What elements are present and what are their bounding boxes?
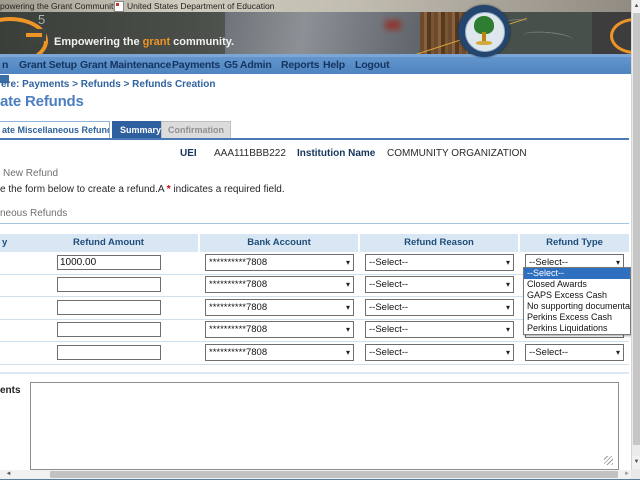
section-new-refund: New Refund: [3, 168, 58, 179]
refund-amount-input[interactable]: [57, 300, 161, 315]
refund-amount-input[interactable]: [57, 345, 161, 360]
refund-reason-select[interactable]: --Select--▾: [365, 321, 514, 338]
seal-tree-trunk: [482, 32, 486, 41]
nav-item-grant-maintenance[interactable]: Grant Maintenance: [80, 59, 171, 71]
horizontal-scrollbar[interactable]: ◄ ►: [0, 470, 640, 479]
main-nav-bar: n Grant Setup Grant Maintenance Payments…: [0, 57, 640, 74]
chevron-down-icon: ▾: [616, 258, 620, 267]
chevron-down-icon: ▾: [616, 348, 620, 357]
comments-textarea[interactable]: [30, 382, 619, 470]
horizontal-scrollbar-thumb[interactable]: [50, 471, 618, 478]
institution-name-value: COMMUNITY ORGANIZATION: [387, 148, 527, 159]
classroom-photo: [225, 12, 420, 54]
nav-item-g5-admin[interactable]: G5 Admin: [224, 59, 272, 71]
dropdown-option-gaps-excess-cash[interactable]: GAPS Excess Cash: [524, 290, 630, 301]
chevron-down-icon: ▾: [506, 280, 510, 289]
broken-image-icon: [114, 1, 124, 12]
banner-strip-right-text: United States Department of Education: [127, 1, 274, 11]
tab-underline: [0, 138, 629, 140]
breadcrumb[interactable]: ere: Payments > Refunds > Refunds Creati…: [1, 79, 216, 90]
nav-item-help[interactable]: Help: [323, 59, 345, 71]
chevron-down-icon: ▾: [346, 303, 350, 312]
banner-collage: 5 Empowering the grant community.: [0, 12, 640, 54]
tab-create-miscellaneous-refunds[interactable]: ate Miscellaneous Refunds: [0, 121, 110, 139]
chevron-down-icon: ▾: [506, 348, 510, 357]
g5-logo-crossbar: [26, 33, 42, 37]
photo-detail: [385, 20, 401, 30]
banner-top-strip: powering the Grant Community United Stat…: [0, 0, 640, 12]
refund-amount-input[interactable]: [57, 322, 161, 337]
uei-label: UEI: [180, 148, 197, 159]
refund-amount-input[interactable]: [57, 277, 161, 292]
refund-reason-select[interactable]: --Select--▾: [365, 344, 514, 361]
resize-grip[interactable]: [604, 456, 613, 465]
refund-reason-select[interactable]: --Select--▾: [365, 276, 514, 293]
bank-account-select[interactable]: **********7808▾: [205, 321, 354, 338]
g5-application-window: powering the Grant Community United Stat…: [0, 0, 640, 480]
scroll-left-icon[interactable]: ◄: [0, 470, 17, 479]
section-miscellaneous-refunds: neous Refunds: [0, 208, 67, 219]
chevron-down-icon: ▾: [346, 348, 350, 357]
refund-reason-select[interactable]: --Select--▾: [365, 254, 514, 271]
vertical-scrollbar-thumb[interactable]: [633, 13, 640, 445]
seal-base: [476, 41, 492, 45]
bank-account-select[interactable]: **********7808▾: [205, 254, 354, 271]
chevron-down-icon: ▾: [506, 258, 510, 267]
section-divider: [0, 372, 629, 374]
nav-item-logout[interactable]: Logout: [355, 59, 389, 71]
nav-item-cut[interactable]: n: [2, 59, 8, 71]
column-header-refund-reason: Refund Reason: [360, 234, 518, 252]
chevron-down-icon: ▾: [506, 325, 510, 334]
column-header-refund-amount: Refund Amount: [19, 234, 198, 252]
scroll-up-icon[interactable]: ▲: [632, 0, 640, 13]
g5-logo-panel-right: [592, 12, 631, 54]
dropdown-option-no-supporting-documentation[interactable]: No supporting documentation: [524, 301, 630, 312]
column-header-cut: y: [0, 234, 19, 252]
chalk-writing: [523, 30, 574, 45]
chevron-down-icon: ▾: [346, 325, 350, 334]
dropdown-option-select[interactable]: --Select--: [524, 268, 630, 279]
section-divider: [0, 223, 629, 224]
refund-amount-input[interactable]: [57, 255, 161, 270]
refund-type-dropdown-list: --Select-- Closed Awards GAPS Excess Cas…: [523, 267, 631, 335]
dropdown-option-perkins-excess-cash[interactable]: Perkins Excess Cash: [524, 312, 630, 323]
banner-strip-left-text: powering the Grant Community: [0, 1, 118, 11]
refund-row: **********7808▾ --Select--▾ --Select--▾: [0, 342, 629, 365]
nav-item-reports[interactable]: Reports: [281, 59, 319, 71]
uei-value: AAA111BBB222: [214, 148, 286, 159]
institution-name-label: Institution Name: [297, 148, 375, 159]
comments-label: ents: [0, 385, 21, 396]
g5-logo-number: 5: [38, 12, 45, 27]
bank-account-select[interactable]: **********7808▾: [205, 299, 354, 316]
bank-account-select[interactable]: **********7808▾: [205, 344, 354, 361]
scrollbar-corner: [631, 470, 640, 479]
tagline: Empowering the grant community.: [54, 36, 234, 48]
g-arc-icon: [610, 18, 631, 54]
tab-confirmation: Confirmation: [161, 121, 231, 139]
refund-reason-select[interactable]: --Select--▾: [365, 299, 514, 316]
column-header-bank-account: Bank Account: [200, 234, 358, 252]
nav-item-payments[interactable]: Payments: [172, 59, 220, 71]
banner: powering the Grant Community United Stat…: [0, 0, 640, 54]
department-of-education-seal: [458, 5, 510, 57]
chevron-down-icon: ▾: [346, 258, 350, 267]
vertical-scrollbar[interactable]: ▲ ▼: [631, 0, 640, 470]
chevron-down-icon: ▾: [346, 280, 350, 289]
nav-item-grant-setup[interactable]: Grant Setup: [19, 59, 77, 71]
dropdown-option-closed-awards[interactable]: Closed Awards: [524, 279, 630, 290]
chevron-down-icon: ▾: [506, 303, 510, 312]
form-instructions: e the form below to create a refund.A * …: [0, 184, 285, 195]
column-header-refund-type: Refund Type: [520, 234, 629, 252]
dropdown-option-perkins-liquidations[interactable]: Perkins Liquidations: [524, 323, 630, 334]
page-title: ate Refunds: [0, 93, 84, 110]
refund-type-select[interactable]: --Select--▾: [525, 344, 624, 361]
bank-account-select[interactable]: **********7808▾: [205, 276, 354, 293]
scroll-down-icon[interactable]: ▼: [632, 456, 640, 469]
